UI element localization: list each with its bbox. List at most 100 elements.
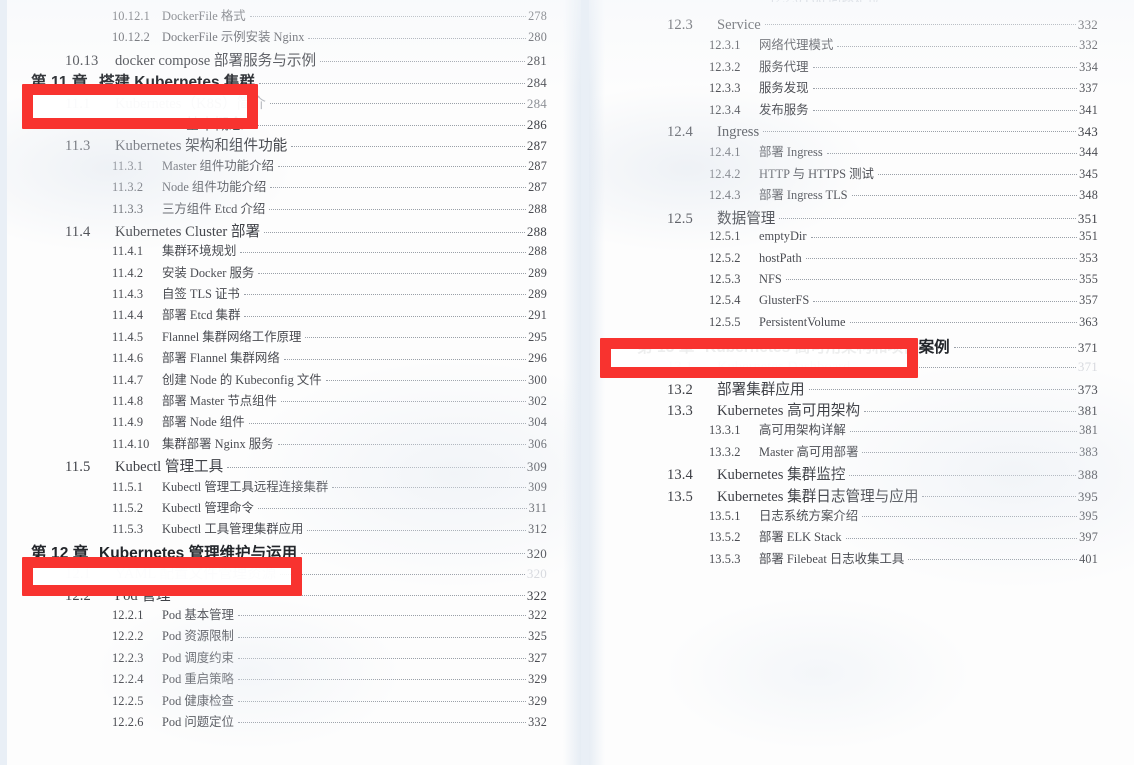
toc-entry-page-number: 288 bbox=[528, 201, 547, 216]
toc-entry-number: 12.5.2 bbox=[709, 250, 741, 265]
toc-entry: 11.4.10 集群部署 Nginx 服务 306 bbox=[7, 434, 547, 455]
toc-entry-page-number: 287 bbox=[528, 180, 547, 195]
toc-entry-number: 12.4.2 bbox=[709, 166, 741, 181]
toc-entry-title: 集群环境规划 bbox=[162, 244, 237, 259]
toc-entry-title: DockerFile 格式 bbox=[162, 9, 246, 23]
toc-leader-dots bbox=[264, 221, 525, 236]
toc-leader-dots bbox=[240, 243, 526, 255]
toc-entry-page-number: 325 bbox=[528, 629, 547, 644]
toc-leader-dots bbox=[908, 550, 1077, 562]
toc-entry-page-number: 312 bbox=[528, 522, 547, 537]
book-scan-canvas: 10.12.1 DockerFile 格式 278 10.12.2 DockerFile… bbox=[0, 0, 1134, 765]
toc-entry-number: 11.5 bbox=[65, 459, 91, 476]
toc-entry-title: Kubernetes 集群监控 bbox=[717, 467, 846, 484]
clipped-top-line: 12.2.6 Pod 问题定位 bbox=[769, 0, 1099, 2]
toc-entry: 12.2.5 Pod 健康检查 329 bbox=[7, 691, 547, 712]
toc-entry-page-number: 353 bbox=[1079, 250, 1098, 265]
toc-entry-number: 13.3 bbox=[667, 403, 693, 420]
toc-leader-dots bbox=[291, 136, 525, 151]
toc-leader-dots bbox=[237, 671, 527, 683]
toc-leader-dots bbox=[283, 350, 527, 362]
toc-entry-number: 11.4.6 bbox=[112, 351, 144, 366]
toc-entry: 13.3.2 Master 高可用部署 383 bbox=[589, 442, 1098, 463]
toc-entry: 11.3.2 Node 组件功能介绍 287 bbox=[7, 177, 547, 198]
toc-entry-number: 11.4.9 bbox=[112, 415, 144, 430]
toc-leader-dots bbox=[243, 286, 527, 298]
toc-entry: 11.5.2 Kubectl 管理命令 311 bbox=[7, 498, 547, 519]
toc-entry-title: 部署 Flannel 集群网络 bbox=[162, 351, 280, 366]
toc-entry-page-number: 327 bbox=[528, 650, 547, 665]
toc-entry-number: 13.2 bbox=[667, 381, 693, 398]
toc-list-right: 12.3 Service 332 12.3.1 网络代理模式 332 12.3.2 服务代理 3… bbox=[589, 14, 1134, 570]
highlight-chapter-13: 第 13 章 Kubernetes 高可用架构和项目案例 bbox=[600, 338, 918, 378]
toc-entry-title: emptyDir bbox=[759, 229, 807, 244]
toc-entry: 13.5.2 部署 ELK Stack 397 bbox=[589, 527, 1098, 548]
toc-entry-title: Kubectl 管理工具 bbox=[115, 459, 224, 476]
toc-entry-page-number: 395 bbox=[1079, 508, 1098, 523]
toc-leader-dots bbox=[237, 628, 527, 640]
toc-entry: 12.4.3 部署 Ingress TLS 348 bbox=[589, 185, 1098, 206]
toc-entry-title: HTTP 与 HTTPS 测试 bbox=[759, 166, 874, 181]
toc-entry-page-number: 357 bbox=[1079, 293, 1098, 308]
toc-entry-number: 10.13 bbox=[65, 52, 99, 69]
toc-entry-number: 12.3.2 bbox=[709, 59, 741, 74]
toc-entry-page-number: 337 bbox=[1079, 81, 1098, 96]
toc-entry-number: 12.5 bbox=[667, 210, 693, 227]
toc-leader-dots bbox=[332, 478, 526, 490]
toc-entry-title: docker compose 部署服务与示例 bbox=[115, 52, 317, 69]
toc-leader-dots bbox=[307, 521, 526, 533]
toc-entry-title: 部署 Ingress bbox=[759, 145, 823, 160]
toc-entry-number: 12.4 bbox=[667, 123, 693, 140]
toc-entry-page-number: 355 bbox=[1079, 272, 1098, 287]
toc-entry: 12.5.1 emptyDir 351 bbox=[589, 228, 1098, 249]
toc-entry: 11.4 Kubernetes Cluster 部署 288 bbox=[7, 220, 547, 241]
toc-leader-dots bbox=[258, 72, 525, 88]
toc-leader-dots bbox=[812, 101, 1078, 113]
toc-leader-dots bbox=[258, 264, 526, 276]
toc-entry-page-number: 383 bbox=[1079, 444, 1098, 459]
toc-entry-title: 部署 Node 组件 bbox=[162, 415, 245, 430]
toc-leader-dots bbox=[269, 93, 525, 108]
toc-entry-title: 自签 TLS 证书 bbox=[162, 287, 240, 302]
toc-entry: 10.12.2 DockerFile 示例安装 Nginx 280 bbox=[7, 27, 547, 48]
toc-entry-title: 日志系统方案介绍 bbox=[759, 508, 859, 523]
toc-leader-dots bbox=[851, 187, 1078, 199]
toc-leader-dots bbox=[862, 508, 1078, 520]
toc-entry: 12.2.3 Pod 调度约束 327 bbox=[7, 648, 547, 669]
toc-entry-page-number: 320 bbox=[526, 545, 547, 561]
toc-entry-title: Kubectl 管理工具远程连接集群 bbox=[162, 479, 329, 494]
toc-entry-page-number: 284 bbox=[526, 75, 547, 91]
toc-entry-number: 13.5.3 bbox=[709, 551, 741, 566]
toc-leader-dots bbox=[301, 542, 525, 558]
toc-entry-title: Ingress bbox=[717, 123, 760, 140]
toc-entry-number: 13.5 bbox=[667, 488, 693, 505]
toc-entry-number: 12.5.1 bbox=[709, 229, 741, 244]
toc-entry-title: Pod 基本管理 bbox=[162, 607, 234, 622]
toc-entry: 12.3 Service 332 bbox=[589, 14, 1098, 35]
toc-leader-dots bbox=[862, 443, 1077, 455]
toc-leader-dots bbox=[305, 328, 526, 340]
toc-entry: 12.2.6 Pod 问题定位 332 bbox=[7, 712, 547, 733]
toc-entry: 11.4.5 Flannel 集群网络工作原理 295 bbox=[7, 327, 547, 348]
toc-leader-dots bbox=[812, 58, 1078, 70]
toc-entry: 12.4.1 部署 Ingress 344 bbox=[589, 142, 1098, 163]
toc-entry-page-number: 286 bbox=[526, 116, 547, 132]
highlight-inner-wash bbox=[33, 95, 247, 118]
toc-entry: 11.5 Kubectl 管理工具 309 bbox=[7, 455, 547, 476]
toc-leader-dots bbox=[877, 165, 1078, 177]
toc-entry: 11.4.3 自签 TLS 证书 289 bbox=[7, 284, 547, 305]
toc-leader-dots bbox=[805, 249, 1078, 261]
toc-entry-page-number: 296 bbox=[528, 351, 547, 366]
toc-entry-number: 10.12.1 bbox=[112, 9, 150, 23]
toc-entry-page-number: 397 bbox=[1079, 530, 1098, 545]
toc-leader-dots bbox=[237, 649, 527, 661]
toc-entry-number: 12.2.2 bbox=[112, 629, 144, 644]
toc-entry-title: 创建 Node 的 Kubeconfig 文件 bbox=[162, 372, 322, 387]
toc-entry-title: 部署集群应用 bbox=[717, 381, 805, 398]
toc-entry: 13.5.3 部署 Filebeat 日志收集工具 401 bbox=[589, 549, 1098, 570]
toc-entry: 11.4.2 安装 Docker 服务 289 bbox=[7, 263, 547, 284]
toc-entry-page-number: 329 bbox=[528, 672, 547, 687]
toc-entry-page-number: 388 bbox=[1077, 467, 1098, 483]
toc-leader-dots bbox=[247, 114, 525, 129]
toc-leader-dots bbox=[320, 50, 525, 65]
